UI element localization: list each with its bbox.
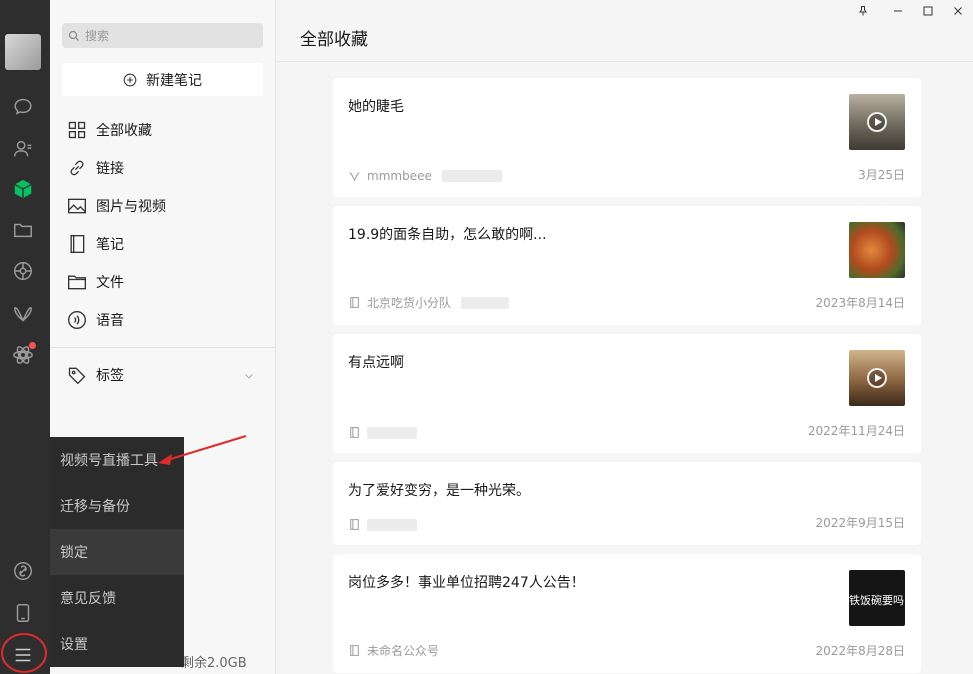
settings-popup-menu: 视频号直播工具 迁移与备份 锁定 意见反馈 设置 [50, 437, 184, 667]
menu-item-feedback[interactable]: 意见反馈 [50, 575, 184, 621]
search-icon [68, 30, 79, 41]
minimize-icon[interactable] [890, 3, 906, 19]
sidebar-item-tags[interactable]: 标签 [67, 363, 124, 387]
sidebar-item-label: 文件 [96, 275, 124, 291]
sidebar-item-files[interactable]: 文件 [67, 270, 124, 294]
card-title: 19.9的面条自助，怎么敢的啊... [348, 227, 547, 243]
card-date: 2022年11月24日 [807, 424, 905, 438]
notification-dot [29, 342, 36, 349]
favorite-card[interactable]: 有点远啊 2022年11月24日 [333, 334, 921, 453]
sidebar-item-label: 图片与视频 [96, 199, 166, 215]
sidebar-item-links[interactable]: 链接 [67, 156, 124, 180]
sidebar-item-label: 语音 [96, 313, 124, 329]
moments-icon[interactable] [10, 258, 36, 284]
voice-icon [68, 311, 86, 329]
search-input[interactable]: 搜索 [62, 23, 263, 48]
article-icon [350, 645, 359, 656]
note-icon [70, 235, 85, 253]
card-title: 她的睫毛 [348, 99, 404, 115]
blurred-text [461, 296, 510, 309]
new-note-label: 新建笔记 [146, 72, 202, 89]
sidebar-item-label: 标签 [96, 368, 124, 384]
thumbnail-text: 铁饭碗要吗 [849, 594, 904, 607]
search-placeholder: 搜索 [85, 29, 110, 43]
card-title: 有点远啊 [348, 355, 404, 371]
blurred-text [441, 170, 502, 182]
blurred-text [367, 426, 417, 439]
card-thumbnail: 铁饭碗要吗 [849, 570, 905, 626]
phone-icon[interactable] [10, 600, 36, 626]
card-source: mmmbeee [348, 169, 502, 183]
article-icon [350, 519, 359, 530]
sidebar-item-label: 链接 [96, 161, 124, 177]
sidebar-item-label: 笔记 [96, 237, 124, 253]
image-icon [68, 198, 86, 214]
mini-programs-icon[interactable] [10, 342, 36, 368]
tag-icon [68, 367, 86, 385]
avatar[interactable] [5, 34, 41, 70]
maximize-icon[interactable] [920, 3, 936, 19]
card-thumbnail [849, 94, 905, 150]
sidebar-item-label: 全部收藏 [96, 123, 152, 139]
folder-icon[interactable] [10, 217, 36, 243]
link-icon [70, 160, 84, 176]
grid-icon [68, 121, 86, 139]
card-title: 为了爱好变穷，是一种光荣。 [348, 483, 530, 499]
main-panel: 全部收藏 她的睫毛 mmmbeee 3月25日 19.9的面条自助，怎么敢的啊.… [277, 0, 973, 674]
card-source [348, 426, 417, 439]
favorite-card[interactable]: 岗位多多！事业单位招聘247人公告！ 铁饭碗要吗 未命名公众号 2022年8月2… [333, 554, 921, 673]
left-rail [0, 0, 50, 674]
close-icon[interactable] [950, 3, 966, 19]
plus-circle-icon [123, 73, 137, 86]
card-date: 2022年9月15日 [815, 516, 905, 530]
article-icon [350, 427, 359, 438]
sidebar-item-voice[interactable]: 语音 [67, 308, 124, 332]
play-icon [867, 368, 887, 388]
contacts-icon[interactable] [10, 136, 36, 162]
favorite-card[interactable]: 19.9的面条自助，怎么敢的啊... 北京吃货小分队 2023年8月14日 [333, 206, 921, 325]
sidebar-item-images-videos[interactable]: 图片与视频 [67, 194, 166, 218]
new-note-button[interactable]: 新建笔记 [62, 63, 263, 96]
article-icon [350, 297, 359, 308]
play-icon [867, 112, 887, 132]
favorite-card[interactable]: 她的睫毛 mmmbeee 3月25日 [333, 78, 921, 197]
card-title: 岗位多多！事业单位招聘247人公告！ [348, 575, 585, 591]
menu-item-settings[interactable]: 设置 [50, 621, 184, 667]
blurred-text [367, 518, 417, 531]
sidebar-divider [50, 347, 276, 348]
card-thumbnail [849, 350, 905, 406]
pin-icon[interactable] [855, 3, 871, 19]
sidebar-item-all-favorites[interactable]: 全部收藏 [67, 118, 152, 142]
annotation-circle [1, 633, 47, 673]
favorite-card[interactable]: 为了爱好变穷，是一种光荣。 2022年9月15日 [333, 462, 921, 545]
card-date: 2023年8月14日 [815, 296, 905, 310]
annotation-arrow [158, 435, 247, 465]
card-source: 北京吃货小分队 [348, 294, 510, 311]
card-source-name: mmmbeee [367, 169, 432, 183]
main-header: 全部收藏 [277, 0, 973, 62]
favorites-cube-icon[interactable] [10, 176, 36, 202]
chat-icon[interactable] [10, 94, 36, 120]
card-source: 未命名公众号 [348, 642, 439, 659]
folder-icon [68, 275, 86, 290]
menu-item-lock[interactable]: 锁定 [50, 529, 184, 575]
channels-icon [349, 171, 360, 181]
card-date: 3月25日 [858, 168, 905, 182]
card-date: 2022年8月28日 [815, 644, 905, 658]
chevron-down-icon[interactable] [243, 370, 255, 382]
channels-icon[interactable] [10, 301, 36, 327]
card-source-name: 北京吃货小分队 [367, 296, 452, 310]
card-thumbnail [849, 222, 905, 278]
card-source [348, 518, 417, 531]
link-chain-icon[interactable] [10, 558, 36, 584]
card-source-name: 未命名公众号 [367, 644, 440, 658]
storage-remaining: 剩余2.0GB [181, 656, 247, 671]
sidebar-item-notes[interactable]: 笔记 [67, 232, 124, 256]
menu-item-migrate-backup[interactable]: 迁移与备份 [50, 483, 184, 529]
page-title: 全部收藏 [300, 30, 368, 50]
